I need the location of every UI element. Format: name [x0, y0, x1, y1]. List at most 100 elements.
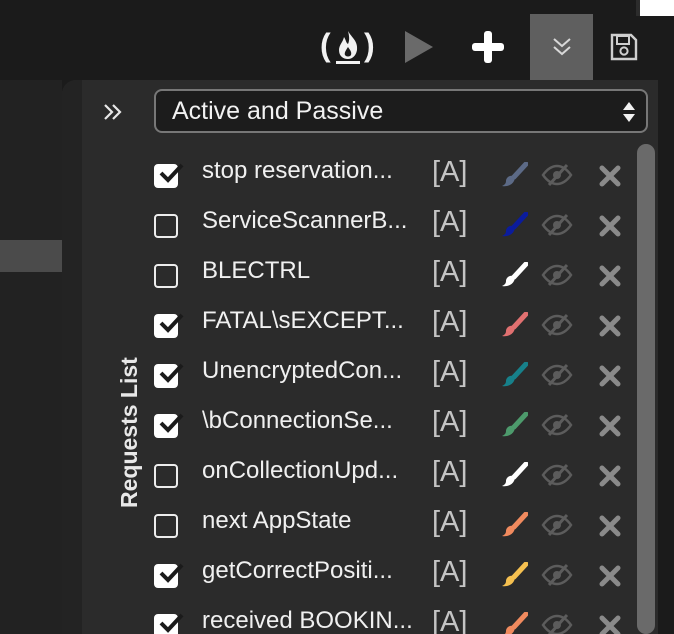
request-tag: [A]: [432, 506, 468, 538]
color-brush-icon[interactable]: [500, 362, 528, 388]
color-brush-icon[interactable]: [500, 612, 528, 634]
request-row[interactable]: ServiceScannerB... [A]: [62, 200, 632, 250]
fire-icon: ( ): [320, 27, 375, 64]
request-tag: [A]: [432, 606, 468, 634]
toolbar: ( ): [0, 14, 658, 80]
request-label: received BOOKIN...: [202, 607, 413, 634]
eye-slash-icon[interactable]: [541, 364, 573, 386]
eye-slash-icon[interactable]: [541, 564, 573, 586]
request-label: UnencryptedCon...: [202, 357, 403, 384]
color-brush-icon[interactable]: [500, 562, 528, 588]
checkmark-icon: [159, 163, 184, 183]
select-arrows-icon: [623, 102, 635, 122]
request-row[interactable]: next AppState [A]: [62, 500, 632, 550]
checkmark-icon: [159, 363, 184, 383]
color-brush-icon[interactable]: [500, 162, 528, 188]
requests-panel: Requests List Active and Passive stop re…: [62, 80, 658, 634]
color-brush-icon[interactable]: [500, 212, 528, 238]
request-checkbox[interactable]: [154, 563, 184, 588]
color-brush-icon[interactable]: [500, 312, 528, 338]
checkmark-icon: [159, 613, 184, 633]
request-checkbox[interactable]: [154, 363, 184, 388]
request-checkbox[interactable]: [154, 313, 184, 338]
request-label: stop reservation...: [202, 157, 393, 184]
request-row[interactable]: \bConnectionSe... [A]: [62, 400, 632, 450]
eye-slash-icon[interactable]: [541, 214, 573, 236]
request-row[interactable]: BLECTRL [A]: [62, 250, 632, 300]
mode-select-value: Active and Passive: [172, 96, 384, 125]
eye-slash-icon[interactable]: [541, 414, 573, 436]
request-tag: [A]: [432, 456, 468, 488]
request-label: onCollectionUpd...: [202, 457, 399, 484]
request-label: next AppState: [202, 507, 352, 534]
request-row[interactable]: received BOOKIN... [A]: [62, 600, 632, 634]
request-checkbox[interactable]: [154, 613, 184, 634]
request-label: FATAL\sEXCEPT...: [202, 307, 404, 334]
request-tag: [A]: [432, 156, 468, 188]
remove-icon[interactable]: [599, 215, 621, 237]
checkmark-icon: [159, 313, 184, 333]
request-checkbox[interactable]: [154, 464, 178, 488]
list-scrollbar[interactable]: [637, 144, 655, 634]
remove-icon[interactable]: [599, 365, 621, 387]
remove-icon[interactable]: [599, 415, 621, 437]
mode-select[interactable]: Active and Passive: [154, 89, 648, 133]
eye-slash-icon[interactable]: [541, 514, 573, 536]
request-tag: [A]: [432, 206, 468, 238]
remove-icon[interactable]: [599, 315, 621, 337]
chevrons-down-icon: [552, 38, 571, 56]
remove-icon[interactable]: [599, 515, 621, 537]
left-panel: [0, 80, 62, 634]
request-label: BLECTRL: [202, 257, 311, 284]
remove-icon[interactable]: [599, 165, 621, 187]
color-brush-icon[interactable]: [500, 412, 528, 438]
play-button[interactable]: [396, 14, 440, 80]
svg-text:): ): [364, 27, 375, 63]
plus-icon: [472, 31, 504, 63]
request-checkbox[interactable]: [154, 214, 178, 238]
request-label: ServiceScannerB...: [202, 207, 408, 234]
eye-slash-icon[interactable]: [541, 314, 573, 336]
save-button[interactable]: [603, 14, 645, 80]
remove-icon[interactable]: [599, 265, 621, 287]
color-brush-icon[interactable]: [500, 512, 528, 538]
eye-slash-icon[interactable]: [541, 464, 573, 486]
request-label: \bConnectionSe...: [202, 407, 393, 434]
expand-panel-button[interactable]: [99, 98, 127, 126]
request-checkbox[interactable]: [154, 514, 178, 538]
request-tag: [A]: [432, 356, 468, 388]
eye-slash-icon[interactable]: [541, 164, 573, 186]
checkmark-icon: [159, 563, 184, 583]
remove-icon[interactable]: [599, 615, 621, 634]
collapse-button[interactable]: [530, 14, 593, 80]
add-request-button[interactable]: [466, 14, 510, 80]
eye-slash-icon[interactable]: [541, 264, 573, 286]
save-icon: [610, 33, 638, 61]
fire-button[interactable]: ( ): [312, 14, 384, 80]
request-tag: [A]: [432, 306, 468, 338]
remove-icon[interactable]: [599, 465, 621, 487]
svg-text:(: (: [320, 27, 331, 63]
request-tag: [A]: [432, 256, 468, 288]
request-checkbox[interactable]: [154, 413, 184, 438]
request-row[interactable]: FATAL\sEXCEPT... [A]: [62, 300, 632, 350]
request-row[interactable]: onCollectionUpd... [A]: [62, 450, 632, 500]
chevrons-right-icon: [104, 104, 122, 120]
play-icon: [405, 31, 433, 63]
request-checkbox[interactable]: [154, 264, 178, 288]
request-label: getCorrectPositi...: [202, 557, 393, 584]
request-row[interactable]: getCorrectPositi... [A]: [62, 550, 632, 600]
request-row[interactable]: stop reservation... [A]: [62, 150, 632, 200]
scrollbar-thumb[interactable]: [637, 144, 655, 634]
request-checkbox[interactable]: [154, 163, 184, 188]
color-brush-icon[interactable]: [500, 262, 528, 288]
checkmark-icon: [159, 413, 184, 433]
remove-icon[interactable]: [599, 565, 621, 587]
request-row[interactable]: UnencryptedCon... [A]: [62, 350, 632, 400]
eye-slash-icon[interactable]: [541, 614, 573, 634]
request-tag: [A]: [432, 406, 468, 438]
left-panel-selected-item[interactable]: [0, 240, 62, 272]
request-tag: [A]: [432, 556, 468, 588]
color-brush-icon[interactable]: [500, 462, 528, 488]
requests-list: stop reservation... [A] ServiceScannerB...…: [62, 150, 632, 634]
